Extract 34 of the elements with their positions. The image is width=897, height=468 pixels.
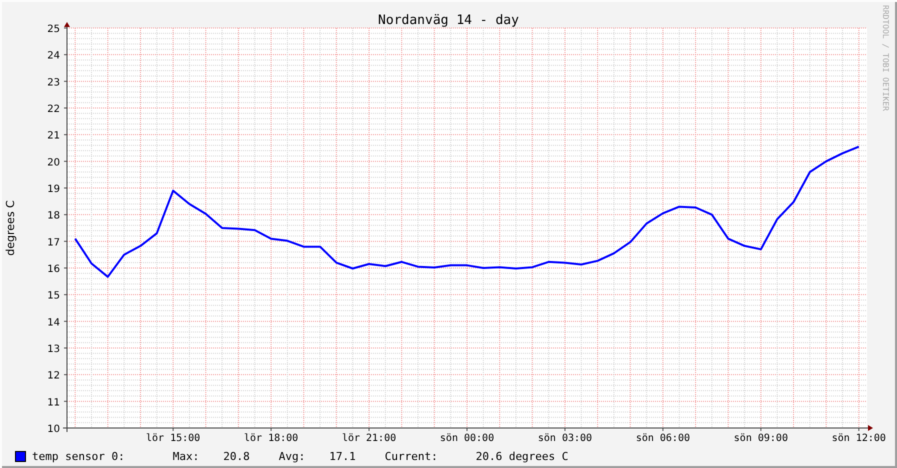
y-tick-label: 22 [47,104,60,115]
y-tick-label: 21 [47,130,60,142]
x-tick-label: sön 00:00 [440,433,494,444]
x-tick-label: lör 21:00 [342,433,396,444]
x-tick-label: sön 03:00 [538,433,592,444]
avg-value: 17.1 [329,450,356,462]
y-tick-label: 16 [47,264,60,275]
x-tick-label: sön 06:00 [636,433,690,444]
y-tick-label: 15 [47,290,60,302]
current-value: 20.6 degrees C [476,450,568,462]
y-tick-label: 19 [47,184,60,195]
max-value: 20.8 [223,450,250,462]
y-tick-label: 12 [47,370,60,382]
x-tick-label: lör 15:00 [146,433,200,444]
max-label: Max: [172,450,200,462]
y-tick-label: 18 [47,210,60,222]
y-axis-label: degrees C [4,200,17,256]
legend-label: temp sensor 0: [32,450,125,462]
y-tick-label: 13 [47,344,60,355]
chart-title: Nordanväg 14 - day [378,13,519,28]
y-tick-label: 17 [47,237,60,248]
y-tick-label: 20 [47,157,60,168]
y-tick-label: 10 [47,424,60,435]
y-tick-label: 14 [47,317,60,328]
x-tick-label: sön 09:00 [734,433,788,444]
current-label: Current: [384,450,438,462]
credit-label: RRDTOOL / TOBI OETIKER [881,5,890,111]
y-tick-label: 24 [47,50,60,62]
x-tick-label: sön 12:00 [832,433,886,444]
avg-label: Avg: [278,450,306,462]
y-tick-label: 25 [47,24,60,35]
y-tick-label: 23 [47,77,60,88]
y-tick-label: 11 [47,397,60,408]
x-tick-label: lör 18:00 [244,433,298,444]
